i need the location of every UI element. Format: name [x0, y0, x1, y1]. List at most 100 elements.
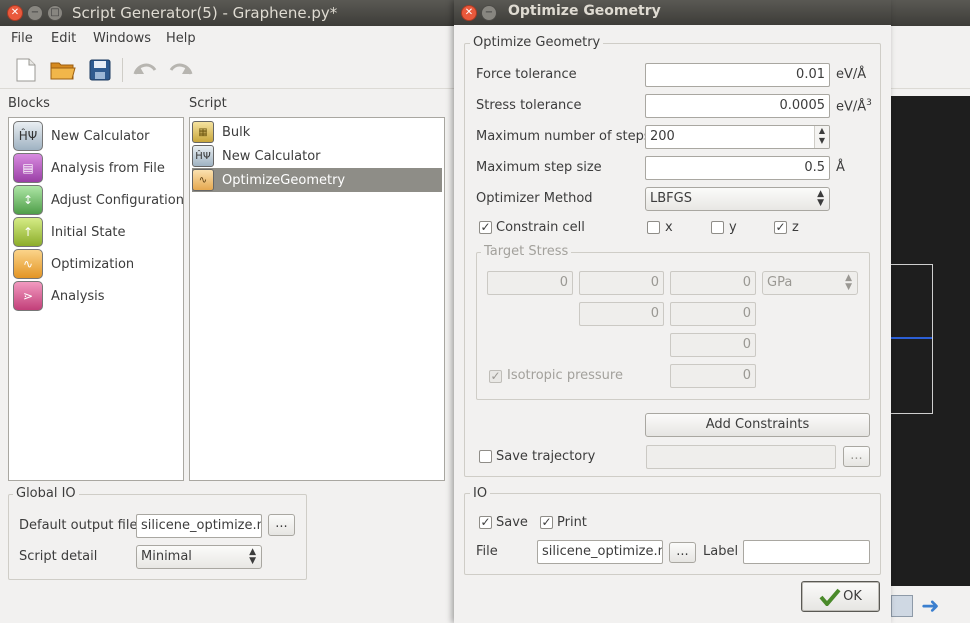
- optimizer-method-value: LBFGS: [650, 191, 692, 206]
- grid-icon[interactable]: [891, 595, 913, 617]
- menu-help[interactable]: Help: [166, 31, 196, 46]
- script-item-bulk[interactable]: ▦ Bulk: [192, 120, 442, 144]
- background-viewer: ➜: [891, 90, 970, 623]
- constrain-cell-checkbox[interactable]: ✓: [479, 221, 492, 234]
- io-label-field[interactable]: [743, 540, 870, 564]
- dialog-minimize-icon[interactable]: −: [482, 6, 496, 20]
- constrain-x-label: x: [665, 220, 673, 235]
- browse-output-button[interactable]: ...: [268, 514, 295, 536]
- constrain-z-label: z: [792, 220, 799, 235]
- script-item-optimizegeometry[interactable]: ∿ OptimizeGeometry: [192, 168, 442, 192]
- max-steps-spinner[interactable]: 200 ▲ ▼: [645, 125, 830, 149]
- block-analysis[interactable]: ⋗ Analysis: [13, 280, 105, 312]
- io-file-field[interactable]: silicene_optimize.nc: [537, 540, 663, 564]
- blocks-list: ĤΨ New Calculator ▤ Analysis from File ↕…: [8, 117, 184, 481]
- constrain-y-checkbox[interactable]: [711, 221, 724, 234]
- max-steps-value: 200: [650, 129, 675, 144]
- constrain-x-checkbox[interactable]: [647, 221, 660, 234]
- toolbar-separator: [122, 58, 123, 82]
- window-title: Script Generator(5) - Graphene.py*: [72, 4, 338, 22]
- close-window-icon[interactable]: ✕: [8, 6, 22, 20]
- block-label: New Calculator: [51, 128, 150, 144]
- dialog-titlebar: ✕ − Optimize Geometry: [454, 0, 891, 25]
- analysis-icon: ⋗: [13, 281, 43, 311]
- block-analysis-from-file[interactable]: ▤ Analysis from File: [13, 152, 165, 184]
- script-item-new-calculator[interactable]: ĤΨ New Calculator: [192, 144, 442, 168]
- spin-arrows-icon: ▲ ▼: [249, 547, 256, 566]
- stress-unit-exponent: 3: [866, 98, 872, 108]
- stress-unit: eV/Å3: [836, 98, 872, 114]
- step-size-unit: Å: [836, 160, 845, 175]
- stress-yz-field[interactable]: 0: [670, 302, 756, 326]
- spin-arrows-icon: ▲ ▼: [845, 273, 852, 292]
- io-file-label: File: [476, 544, 498, 559]
- optimization-icon: ∿: [192, 169, 214, 191]
- spin-arrows-icon: ▲ ▼: [817, 189, 824, 208]
- block-adjust-configuration[interactable]: ↕ Adjust Configuration: [13, 184, 184, 216]
- script-label: Script: [189, 96, 227, 111]
- stress-tolerance-field[interactable]: 0.0005: [645, 94, 830, 118]
- menu-edit[interactable]: Edit: [51, 31, 76, 46]
- block-optimization[interactable]: ∿ Optimization: [13, 248, 134, 280]
- stress-xx-field[interactable]: 0: [487, 271, 573, 295]
- isotropic-pressure-field[interactable]: 0: [670, 364, 756, 388]
- stress-xz-field[interactable]: 0: [670, 271, 756, 295]
- add-constraints-button[interactable]: Add Constraints: [645, 413, 870, 437]
- file-analysis-icon: ▤: [13, 153, 43, 183]
- block-label: Adjust Configuration: [51, 192, 184, 208]
- stress-xy-field[interactable]: 0: [579, 271, 664, 295]
- default-output-label: Default output file: [19, 518, 138, 533]
- ok-button[interactable]: OK: [801, 581, 880, 612]
- cell-box: [891, 264, 933, 414]
- isotropic-pressure-label: Isotropic pressure: [507, 368, 623, 383]
- max-step-size-field[interactable]: 0.5: [645, 156, 830, 180]
- new-file-icon[interactable]: [12, 56, 40, 84]
- save-trajectory-checkbox[interactable]: [479, 450, 492, 463]
- minimize-window-icon[interactable]: −: [28, 6, 42, 20]
- maximize-window-icon[interactable]: □: [48, 6, 62, 20]
- menu-windows[interactable]: Windows: [93, 31, 151, 46]
- ok-check-icon: [819, 588, 841, 607]
- default-output-field[interactable]: silicene_optimize.nc: [136, 514, 262, 538]
- isotropic-pressure-checkbox[interactable]: ✓: [489, 370, 502, 383]
- optimize-group-title: Optimize Geometry: [470, 35, 604, 50]
- trajectory-browse-button[interactable]: ...: [843, 446, 870, 467]
- optimizer-method-select[interactable]: LBFGS ▲ ▼: [645, 187, 830, 211]
- max-steps-label: Maximum number of steps: [476, 129, 651, 144]
- save-trajectory-label: Save trajectory: [496, 449, 596, 464]
- forward-arrow-icon[interactable]: ➜: [921, 596, 939, 618]
- stress-unit-text: eV/Å: [836, 99, 867, 115]
- undo-icon[interactable]: [131, 56, 159, 84]
- save-label: Save: [496, 515, 528, 530]
- save-icon[interactable]: [86, 56, 114, 84]
- save-checkbox[interactable]: ✓: [479, 516, 492, 529]
- io-label-label: Label: [703, 544, 739, 559]
- force-tolerance-field[interactable]: 0.01: [645, 63, 830, 87]
- stress-zz-field[interactable]: 0: [670, 333, 756, 357]
- block-label: Analysis: [51, 288, 105, 304]
- print-checkbox[interactable]: ✓: [540, 516, 553, 529]
- block-label: Optimization: [51, 256, 135, 272]
- script-detail-select[interactable]: Minimal ▲ ▼: [136, 545, 262, 569]
- menu-file[interactable]: File: [11, 31, 33, 46]
- dialog-close-icon[interactable]: ✕: [462, 6, 476, 20]
- spin-arrows-icon[interactable]: ▲ ▼: [814, 126, 829, 148]
- stress-tolerance-label: Stress tolerance: [476, 98, 582, 113]
- redo-icon[interactable]: [167, 56, 195, 84]
- open-folder-icon[interactable]: [49, 56, 77, 84]
- ok-label: OK: [843, 589, 862, 604]
- stress-yy-field[interactable]: 0: [579, 302, 664, 326]
- script-item-label: New Calculator: [222, 148, 321, 164]
- block-initial-state[interactable]: ↑ Initial State: [13, 216, 126, 248]
- io-browse-button[interactable]: ...: [669, 542, 696, 563]
- trajectory-file-field[interactable]: [646, 445, 836, 469]
- constrain-z-checkbox[interactable]: ✓: [774, 221, 787, 234]
- block-label: Initial State: [51, 224, 126, 240]
- block-new-calculator[interactable]: ĤΨ New Calculator: [13, 120, 150, 152]
- target-stress-title: Target Stress: [481, 244, 572, 259]
- bulk-icon: ▦: [192, 121, 214, 143]
- stress-unit-select[interactable]: GPa ▲ ▼: [762, 271, 858, 295]
- optimization-icon: ∿: [13, 249, 43, 279]
- force-unit: eV/Å: [836, 67, 867, 82]
- script-list: ▦ Bulk ĤΨ New Calculator ∿ OptimizeGeome…: [189, 117, 445, 481]
